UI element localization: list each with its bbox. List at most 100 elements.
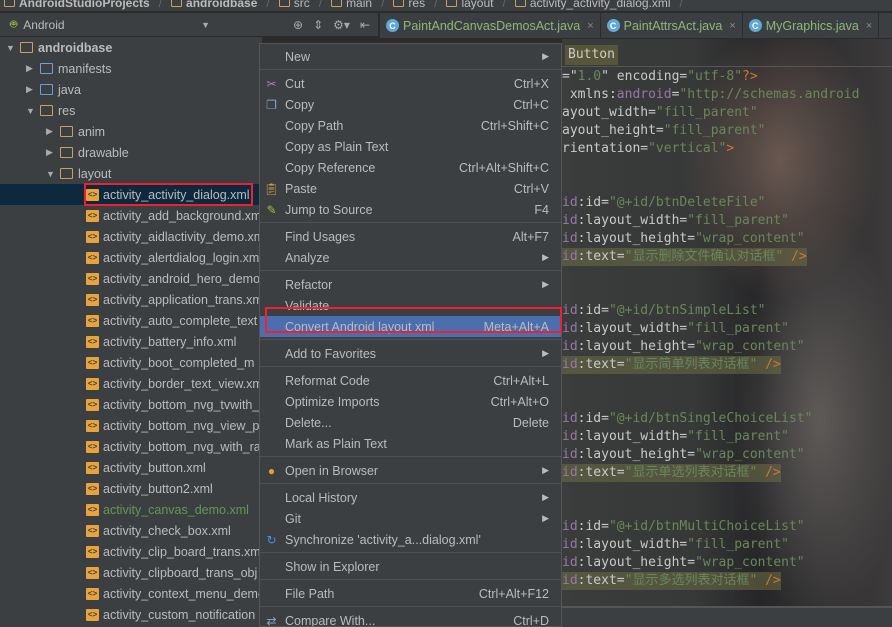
menu-item-add-to-favorites[interactable]: Add to Favorites ▶: [260, 343, 561, 364]
breadcrumb-tag-button[interactable]: Button: [565, 45, 618, 65]
tab-paintandcanvasdemosact-java[interactable]: C PaintAndCanvasDemosAct.java ×: [380, 13, 601, 38]
code-line[interactable]: id:text="显示简单列表对话框" />: [562, 356, 781, 374]
code-line[interactable]: id:layout_height="wrap_content": [562, 446, 805, 464]
menu-item-optimize-imports[interactable]: Optimize Imports Ctrl+Alt+O: [260, 391, 561, 412]
tree-item[interactable]: ▼ res: [0, 100, 75, 121]
breadcrumb-item[interactable]: res: [389, 0, 442, 10]
menu-item-find-usages[interactable]: Find Usages Alt+F7: [260, 226, 561, 247]
tree-item[interactable]: ▶ manifests: [0, 58, 112, 79]
tree-item[interactable]: ▶ drawable: [0, 142, 129, 163]
menu-item-local-history[interactable]: Local History ▶: [260, 487, 561, 508]
tree-item[interactable]: <> activity_boot_completed_m: [0, 352, 254, 373]
tree-item[interactable]: <> activity_application_trans.xml: [0, 289, 262, 310]
code-line[interactable]: id:layout_width="fill_parent": [562, 320, 789, 338]
tree-item[interactable]: <> activity_alertdialog_login.xml: [0, 247, 262, 268]
horizontal-scrollbar[interactable]: [562, 606, 892, 627]
tree-item[interactable]: <> activity_clipboard_trans_obj: [0, 562, 257, 583]
code-line[interactable]: id:id="@+id/btnMultiChoiceList": [562, 518, 805, 536]
menu-item-analyze[interactable]: Analyze ▶: [260, 247, 561, 268]
tree-item[interactable]: <> activity_auto_complete_text: [0, 310, 257, 331]
expand-arrow-icon[interactable]: ▼: [6, 43, 20, 53]
collapse-all-icon[interactable]: ⇕: [313, 18, 323, 32]
menu-item-label: Git: [285, 511, 301, 526]
code-line[interactable]: ayout_height="fill_parent": [562, 122, 766, 140]
project-view-selector[interactable]: 🤖︎ Android ▼: [0, 16, 210, 33]
menu-item-synchronize-activity-a-dialog-xml[interactable]: ↻ Synchronize 'activity_a...dialog.xml': [260, 529, 561, 550]
code-line[interactable]: id:text="显示多选列表对话框" />: [562, 572, 781, 590]
breadcrumb-item[interactable]: layout: [442, 0, 510, 10]
tree-item[interactable]: <> activity_bottom_nvg_tvwith_: [0, 394, 259, 415]
breadcrumb-item[interactable]: androidbase: [167, 0, 275, 10]
tree-item[interactable]: <> activity_clip_board_trans.xml: [0, 541, 262, 562]
menu-item-new[interactable]: New ▶: [260, 46, 561, 67]
close-icon[interactable]: ×: [729, 20, 735, 32]
collapse-arrow-icon[interactable]: ▶: [26, 63, 40, 74]
menu-item-copy[interactable]: ❐ Copy Ctrl+C: [260, 94, 561, 115]
code-line[interactable]: id:id="@+id/btnSimpleList": [562, 302, 766, 320]
tree-item[interactable]: <> activity_bottom_nvg_with_ra: [0, 436, 261, 457]
scroll-from-source-icon[interactable]: ⊕: [293, 18, 303, 32]
hide-panel-icon[interactable]: ⇤: [360, 18, 370, 32]
code-line[interactable]: rientation="vertical">: [562, 140, 734, 158]
menu-item-cut[interactable]: ✂ Cut Ctrl+X: [260, 73, 561, 94]
tree-item[interactable]: <> activity_context_menu_demo: [0, 583, 262, 604]
code-line[interactable]: xmlns:android="http://schemas.android: [562, 86, 860, 104]
menu-item-reformat-code[interactable]: Reformat Code Ctrl+Alt+L: [260, 370, 561, 391]
tree-item[interactable]: ▼ androidbase: [0, 37, 112, 58]
menu-item-git[interactable]: Git ▶: [260, 508, 561, 529]
tree-item[interactable]: <> activity_border_text_view.xml: [0, 373, 262, 394]
menu-item-copy-reference[interactable]: Copy Reference Ctrl+Alt+Shift+C: [260, 157, 561, 178]
code-line[interactable]: id:id="@+id/btnDeleteFile": [562, 194, 766, 212]
tree-item[interactable]: <> activity_custom_notification: [0, 604, 255, 625]
menu-item-open-in-browser[interactable]: ● Open in Browser ▶: [260, 460, 561, 481]
menu-item-show-in-explorer[interactable]: Show in Explorer: [260, 556, 561, 577]
collapse-arrow-icon[interactable]: ▶: [26, 84, 40, 95]
gear-icon[interactable]: ⚙▾: [333, 18, 350, 32]
tree-item[interactable]: <> activity_check_box.xml: [0, 520, 231, 541]
tab-mygraphics-java[interactable]: C MyGraphics.java ×: [743, 13, 880, 38]
tree-item[interactable]: <> activity_canvas_demo.xml: [0, 499, 249, 520]
tab-paintattrsact-java[interactable]: C PaintAttrsAct.java ×: [601, 13, 743, 38]
code-line[interactable]: id:layout_height="wrap_content": [562, 230, 805, 248]
collapse-arrow-icon[interactable]: ▶: [46, 147, 60, 158]
tree-item[interactable]: <> activity_button2.xml: [0, 478, 213, 499]
collapse-arrow-icon[interactable]: ▶: [46, 126, 60, 137]
code-line[interactable]: id:layout_width="fill_parent": [562, 212, 789, 230]
menu-item-mark-as-plain-text[interactable]: Mark as Plain Text: [260, 433, 561, 454]
tree-item[interactable]: <> activity_add_background.xml: [0, 205, 262, 226]
breadcrumb-item[interactable]: AndroidStudioProjects: [0, 0, 167, 10]
tree-item[interactable]: <> activity_bottom_nvg_view_p: [0, 415, 259, 436]
tree-item[interactable]: ▼ layout: [0, 163, 111, 184]
code-line[interactable]: id:layout_width="fill_parent": [562, 536, 789, 554]
expand-arrow-icon[interactable]: ▼: [46, 169, 60, 179]
tree-item[interactable]: <> activity_button.xml: [0, 457, 206, 478]
code-line[interactable]: id:id="@+id/btnSingleChoiceList": [562, 410, 812, 428]
code-line[interactable]: id:layout_height="wrap_content": [562, 554, 805, 572]
code-line[interactable]: id:text="显示单选列表对话框" />: [562, 464, 781, 482]
menu-item-jump-to-source[interactable]: ✎ Jump to Source F4: [260, 199, 561, 220]
tree-item[interactable]: <> activity_aidlactivity_demo.xml: [0, 226, 262, 247]
tree-item[interactable]: ▶ java: [0, 79, 81, 100]
menu-item-paste[interactable]: 📋︎ Paste Ctrl+V: [260, 178, 561, 199]
menu-item-file-path[interactable]: File Path Ctrl+Alt+F12: [260, 583, 561, 604]
tree-item[interactable]: <> activity_android_hero_demo: [0, 268, 260, 289]
breadcrumb-item[interactable]: main: [327, 0, 389, 10]
breadcrumb-item[interactable]: src: [275, 0, 327, 10]
expand-arrow-icon[interactable]: ▼: [26, 106, 40, 116]
menu-item-compare-with[interactable]: ⇄ Compare With... Ctrl+D: [260, 610, 561, 627]
menu-item-refactor[interactable]: Refactor ▶: [260, 274, 561, 295]
menu-item-copy-path[interactable]: Copy Path Ctrl+Shift+C: [260, 115, 561, 136]
code-line[interactable]: id:layout_height="wrap_content": [562, 338, 805, 356]
code-editor[interactable]: ="1.0" encoding="utf-8"?> xmlns:android=…: [562, 39, 892, 606]
tree-item[interactable]: ▶ anim: [0, 121, 105, 142]
close-icon[interactable]: ×: [587, 20, 593, 32]
code-line[interactable]: ="1.0" encoding="utf-8"?>: [562, 68, 758, 86]
code-line[interactable]: id:text="显示删除文件确认对话框" />: [562, 248, 807, 266]
code-line[interactable]: id:layout_width="fill_parent": [562, 428, 789, 446]
breadcrumb-item[interactable]: activity_activity_dialog.xml: [511, 0, 688, 10]
tree-item[interactable]: <> activity_battery_info.xml: [0, 331, 236, 352]
menu-item-copy-as-plain-text[interactable]: Copy as Plain Text: [260, 136, 561, 157]
code-line[interactable]: ayout_width="fill_parent": [562, 104, 758, 122]
close-icon[interactable]: ×: [866, 20, 872, 32]
menu-item-delete[interactable]: Delete... Delete: [260, 412, 561, 433]
